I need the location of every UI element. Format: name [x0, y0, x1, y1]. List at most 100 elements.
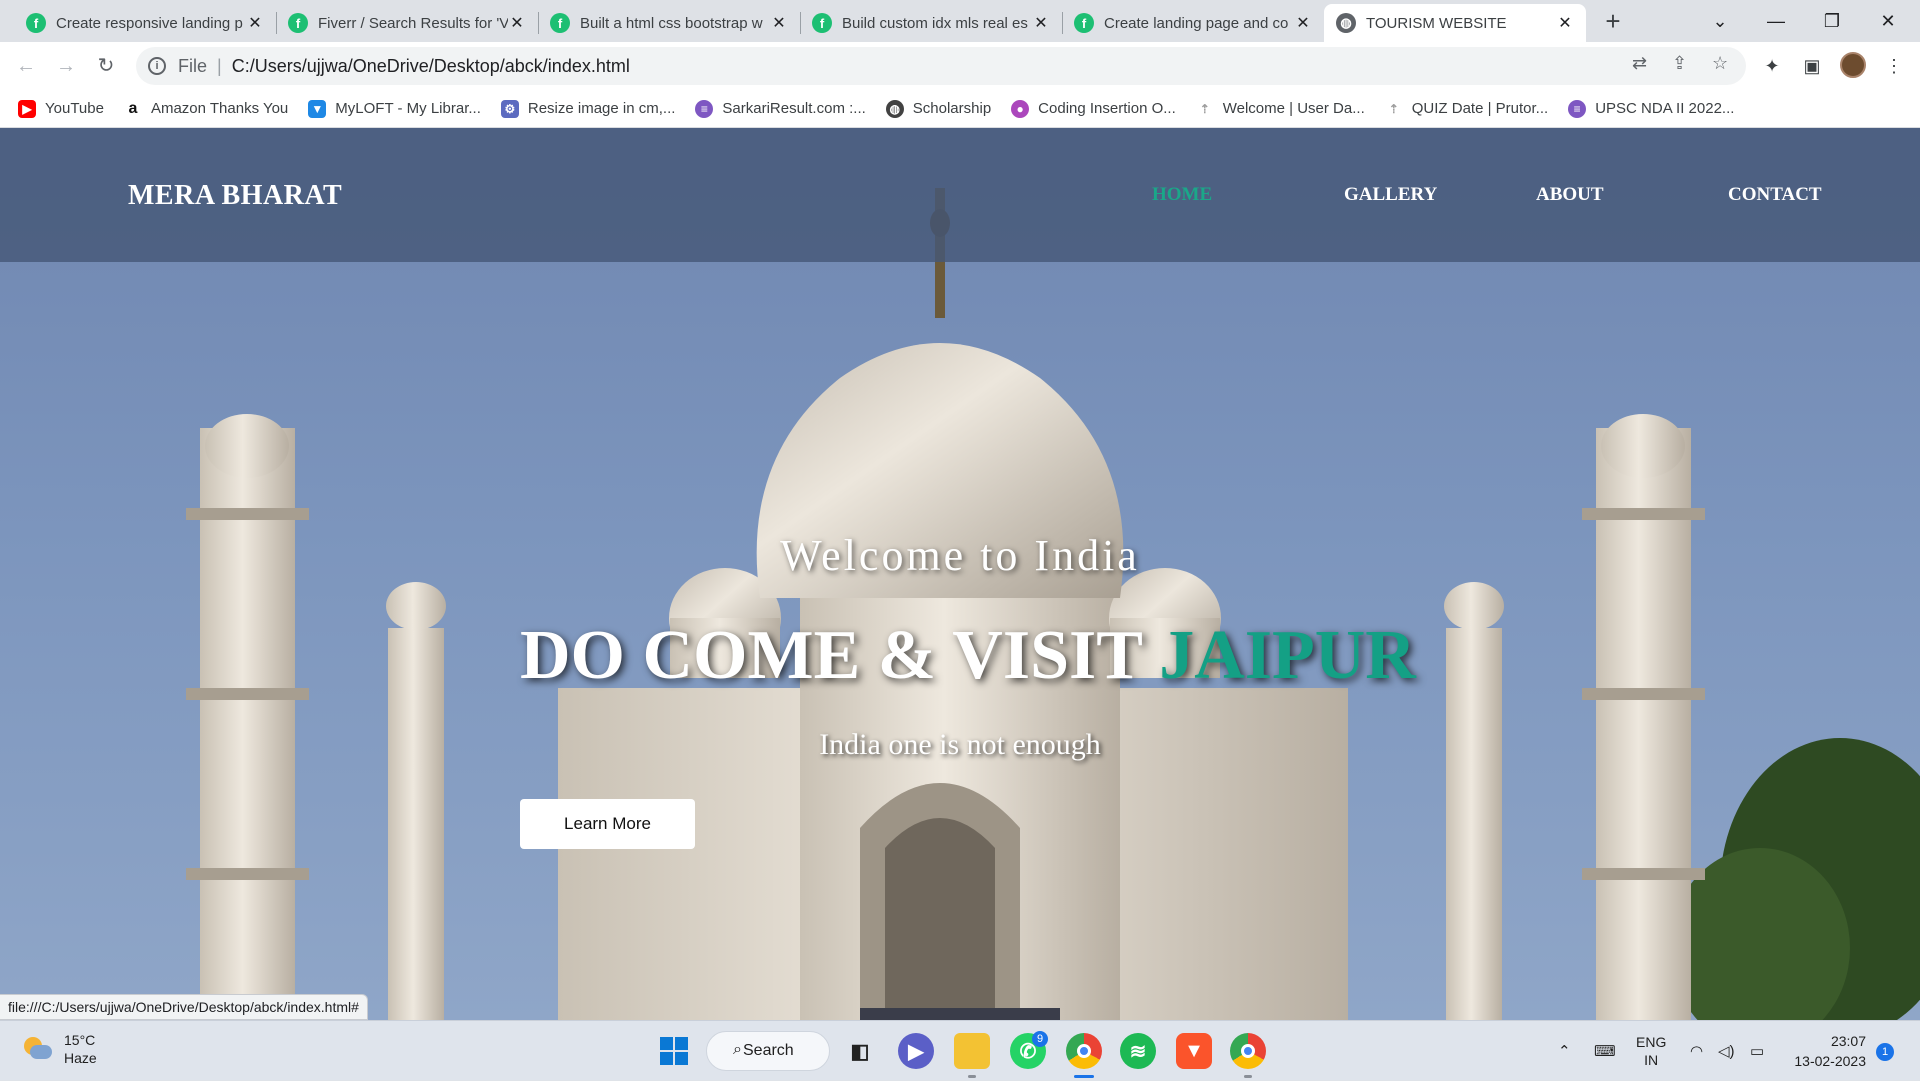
- weather-widget[interactable]: 15°C Haze: [20, 1031, 97, 1067]
- bookmark-resize-image[interactable]: ⚙ Resize image in cm,...: [500, 99, 676, 118]
- close-icon[interactable]: ✕: [770, 13, 788, 33]
- info-icon[interactable]: i: [148, 57, 166, 75]
- address-bar[interactable]: i File | C:/Users/ujjwa/OneDrive/Desktop…: [136, 47, 1746, 85]
- close-icon[interactable]: ✕: [508, 13, 526, 33]
- learn-more-button[interactable]: Learn More: [520, 799, 695, 849]
- nav-about-link[interactable]: ABOUT: [1536, 184, 1604, 206]
- fiverr-icon: f: [812, 13, 832, 33]
- bookmark-amazon[interactable]: a Amazon Thanks You: [123, 99, 288, 118]
- tab-strip: f Create responsive landing p ✕ f Fiverr…: [0, 0, 1920, 42]
- headline-prefix: DO COME & VISIT: [520, 617, 1160, 694]
- bookmark-label: SarkariResult.com :...: [722, 100, 866, 117]
- bookmark-scholarship[interactable]: ◍ Scholarship: [885, 99, 991, 118]
- search-icon: ⌕: [733, 1041, 742, 1058]
- tray-chevron-icon[interactable]: ⌃: [1558, 1021, 1571, 1081]
- tab-title: Create responsive landing p: [56, 14, 243, 32]
- tab-search-chevron-icon[interactable]: ⌄: [1692, 0, 1748, 42]
- profile-avatar[interactable]: [1840, 52, 1866, 78]
- fiverr-icon: f: [288, 13, 308, 33]
- window-close-button[interactable]: ✕: [1860, 0, 1916, 42]
- battery-icon[interactable]: ▭: [1750, 1021, 1764, 1081]
- windows-taskbar: 15°C Haze ⌕ Search ◧ ▶ ✆ 9 ≋ ▼ ⌃ ⌨ ENG I…: [0, 1020, 1920, 1080]
- language-line1: ENG: [1636, 1034, 1667, 1050]
- teams-chat-icon[interactable]: ▶: [898, 1033, 934, 1069]
- file-viewer-icon[interactable]: ◧: [842, 1033, 878, 1069]
- browser-toolbar: ← → ↻ i File | C:/Users/ujjwa/OneDrive/D…: [0, 42, 1920, 90]
- running-indicator: [968, 1075, 976, 1078]
- bookmark-youtube[interactable]: ▶ YouTube: [18, 99, 104, 118]
- upload-icon: ⇡: [1384, 99, 1403, 118]
- tab-title: TOURISM WEBSITE: [1366, 14, 1507, 32]
- bookmark-quiz-date[interactable]: ⇡ QUIZ Date | Prutor...: [1384, 99, 1549, 118]
- bookmark-label: Resize image in cm,...: [527, 100, 676, 117]
- language-indicator[interactable]: ENG IN: [1636, 1021, 1666, 1081]
- site-navbar: MERA BHARAT HOME GALLERY ABOUT CONTACT: [0, 128, 1920, 262]
- address-url[interactable]: C:/Users/ujjwa/OneDrive/Desktop/abck/ind…: [232, 56, 630, 77]
- forward-button[interactable]: →: [50, 50, 82, 82]
- bookmark-sarkari-result[interactable]: ≡ SarkariResult.com :...: [695, 99, 866, 118]
- tab-4[interactable]: f Build custom idx mls real es ✕: [800, 4, 1062, 42]
- chrome-icon[interactable]: [1066, 1033, 1102, 1069]
- tab-1[interactable]: f Create responsive landing p ✕: [14, 4, 276, 42]
- close-icon[interactable]: ✕: [1294, 13, 1312, 33]
- keyboard-icon[interactable]: ⌨: [1594, 1021, 1616, 1081]
- tab-3[interactable]: f Built a html css bootstrap w ✕: [538, 4, 800, 42]
- side-panel-icon[interactable]: ▣: [1798, 52, 1826, 80]
- nav-contact-link[interactable]: CONTACT: [1728, 184, 1822, 206]
- tab-5[interactable]: f Create landing page and co ✕: [1062, 4, 1324, 42]
- volume-icon[interactable]: ◁): [1718, 1021, 1735, 1081]
- bookmark-welcome-user[interactable]: ⇡ Welcome | User Da...: [1195, 99, 1365, 118]
- windows-start-icon[interactable]: [656, 1033, 692, 1069]
- bookmark-label: YouTube: [45, 100, 104, 117]
- tab-title: Build custom idx mls real es: [842, 14, 1028, 32]
- divider: |: [217, 55, 222, 76]
- back-button[interactable]: ←: [10, 50, 42, 82]
- tab-2[interactable]: f Fiverr / Search Results for 'V ✕: [276, 4, 538, 42]
- bookmark-upsc-nda[interactable]: ≡ UPSC NDA II 2022...: [1568, 99, 1734, 118]
- nav-gallery-link[interactable]: GALLERY: [1344, 184, 1437, 206]
- address-scheme: File: [178, 55, 208, 76]
- close-icon[interactable]: ✕: [246, 13, 264, 33]
- bookmark-label: Welcome | User Da...: [1222, 100, 1365, 117]
- tab-6-active[interactable]: ◍ TOURISM WEBSITE ✕: [1324, 4, 1586, 42]
- minimize-button[interactable]: —: [1748, 0, 1804, 42]
- notification-badge[interactable]: 1: [1876, 1043, 1894, 1061]
- globe-icon: ≡: [695, 99, 714, 118]
- translate-icon[interactable]: ⇄: [1632, 53, 1647, 74]
- bookmark-label: MyLOFT - My Librar...: [335, 100, 481, 117]
- new-tab-button[interactable]: +: [1598, 6, 1628, 36]
- menu-kebab-icon[interactable]: ⋮: [1880, 52, 1908, 80]
- spotify-icon[interactable]: ≋: [1120, 1033, 1156, 1069]
- globe-icon: ◍: [1336, 13, 1356, 33]
- taskbar-search-button[interactable]: ⌕ Search: [706, 1031, 830, 1071]
- reload-button[interactable]: ↻: [90, 50, 122, 82]
- weather-temp: 15°C: [64, 1032, 96, 1048]
- extensions-icon[interactable]: ✦: [1758, 52, 1786, 80]
- restore-button[interactable]: ❐: [1804, 0, 1860, 42]
- wifi-icon[interactable]: ◠: [1690, 1021, 1703, 1081]
- running-indicator: [1244, 1075, 1252, 1078]
- fiverr-icon: f: [550, 13, 570, 33]
- fiverr-icon: f: [1074, 13, 1094, 33]
- page-viewport: MERA BHARAT HOME GALLERY ABOUT CONTACT W…: [0, 128, 1920, 1020]
- chrome-profile-icon[interactable]: [1230, 1033, 1266, 1069]
- fiverr-icon: f: [26, 13, 46, 33]
- status-bar-url: file:///C:/Users/ujjwa/OneDrive/Desktop/…: [0, 994, 368, 1020]
- site-brand[interactable]: MERA BHARAT: [128, 180, 342, 212]
- close-icon[interactable]: ✕: [1556, 13, 1574, 33]
- brave-icon[interactable]: ▼: [1176, 1033, 1212, 1069]
- bookmark-myloft[interactable]: ▼ MyLOFT - My Librar...: [308, 99, 481, 118]
- bookmark-label: QUIZ Date | Prutor...: [1411, 100, 1549, 117]
- bookmark-coding-insertion[interactable]: ● Coding Insertion O...: [1011, 99, 1176, 118]
- nav-home-link[interactable]: HOME: [1152, 184, 1212, 206]
- globe-icon: ≡: [1568, 99, 1587, 118]
- close-icon[interactable]: ✕: [1032, 13, 1050, 33]
- system-clock[interactable]: 23:07 13-02-2023: [1786, 1031, 1866, 1071]
- language-line2: IN: [1644, 1052, 1659, 1068]
- bookmark-star-icon[interactable]: ☆: [1712, 53, 1728, 74]
- clock-time: 23:07: [1830, 1033, 1866, 1049]
- weather-condition: Haze: [64, 1050, 97, 1066]
- share-icon[interactable]: ⇪: [1672, 53, 1687, 74]
- file-explorer-icon[interactable]: [954, 1033, 990, 1069]
- myloft-icon: ▼: [308, 99, 327, 118]
